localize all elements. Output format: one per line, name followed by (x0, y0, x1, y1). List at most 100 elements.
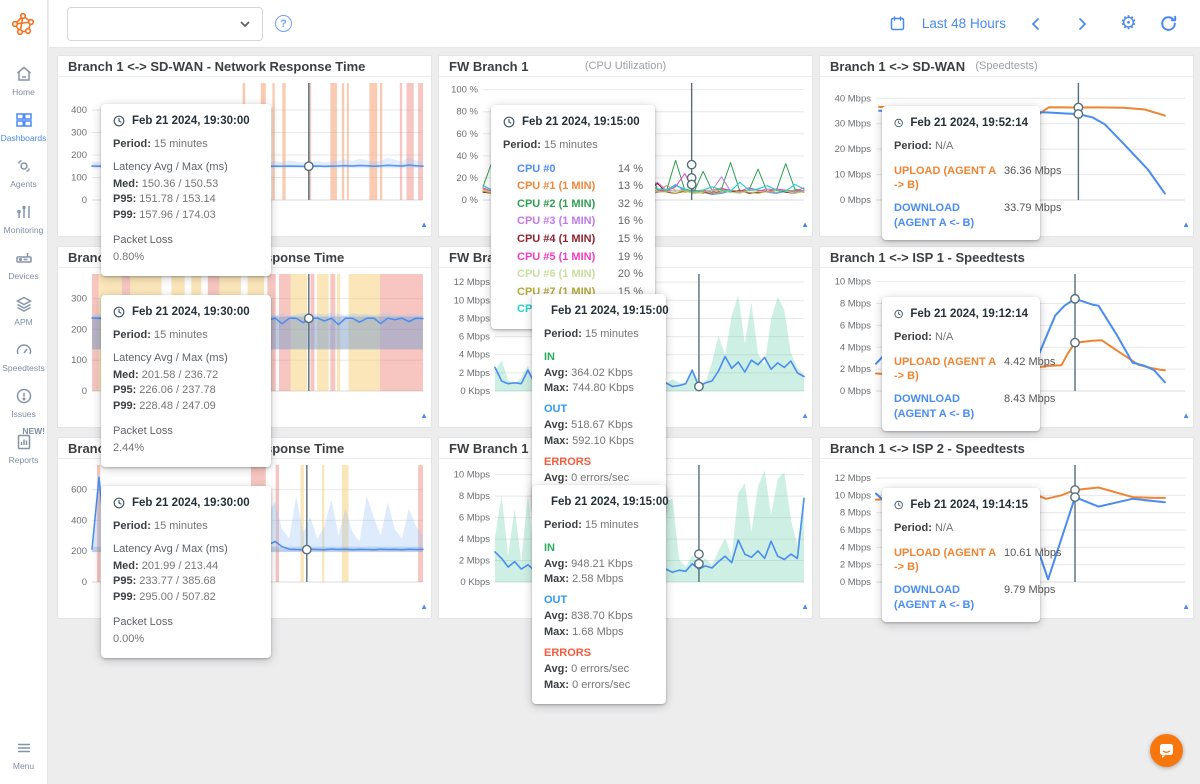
app-logo[interactable] (0, 0, 48, 48)
chart-area[interactable]: 0 Mbps2 Mbps4 Mbps6 Mbps8 Mbps10 Mbps21/… (820, 268, 1193, 426)
svg-text:0 %: 0 % (462, 195, 479, 206)
tooltip-timestamp: Feb 21 2024, 19:30:00 (132, 304, 250, 321)
chart-panel-fw-cpu: FW Branch 1(CPU Utilization)0 %20 %40 %6… (438, 55, 813, 237)
cpu-stat-row: CPU #1 (1 MIN)13 % (517, 178, 643, 196)
sidebar-item-reports[interactable]: NEW! Reports (0, 426, 47, 472)
calendar-button[interactable] (881, 11, 914, 36)
tooltip-stat-row: Max: 0 errors/sec (544, 678, 654, 694)
tooltip-stat-row: P99: 228.48 / 247.09 (113, 399, 259, 415)
sidebar-item-dashboards[interactable]: Dashboards (0, 104, 47, 150)
tooltip-header: Feb 21 2024, 19:12:14 (894, 306, 1028, 323)
chart-tooltip: Feb 21 2024, 19:14:15Period: N/AUPLOAD (… (882, 488, 1040, 622)
sidebar-item-speedtests[interactable]: Speedtests (0, 334, 47, 380)
crosshair-marker (695, 560, 703, 568)
sidebar-item-agents[interactable]: Agents (0, 150, 47, 196)
svg-text:10 Mbps: 10 Mbps (835, 170, 872, 181)
devices-icon (14, 248, 34, 268)
tooltip-period: Period: 15 minutes (113, 519, 259, 535)
svg-text:2 Mbps: 2 Mbps (459, 556, 490, 567)
chart-panel-isp2-speed: Branch 1 <-> ISP 2 - Speedtests0 Mbps2 M… (819, 437, 1194, 619)
refresh-button[interactable] (1151, 10, 1186, 37)
stat-key: Avg: (544, 472, 568, 484)
svg-text:4 Mbps: 4 Mbps (459, 534, 490, 545)
tooltip-header: Feb 21 2024, 19:30:00 (113, 304, 259, 321)
sidebar-item-menu[interactable]: Menu (0, 732, 47, 778)
speedtest-gauge-icon (14, 340, 34, 360)
svg-text:400: 400 (71, 515, 87, 526)
next-period-button[interactable] (1066, 12, 1098, 36)
wan-section-label: OUT (544, 402, 654, 418)
sidebar-item-home[interactable]: Home (0, 58, 47, 104)
resize-triangle-icon[interactable]: ▲ (1182, 412, 1190, 420)
resize-triangle-icon[interactable]: ▲ (420, 221, 428, 229)
time-range-label[interactable]: Last 48 Hours (922, 16, 1006, 31)
resize-triangle-icon[interactable]: ▲ (420, 603, 428, 611)
period-key: Period: (544, 328, 582, 340)
period-key: Period: (544, 519, 582, 531)
tooltip-period: Period: 15 minutes (113, 328, 259, 344)
cpu-stat-row: CPU #6 (1 MIN)20 % (517, 266, 643, 284)
chat-launcher[interactable] (1150, 734, 1183, 767)
tooltip-period: Period: 15 minutes (503, 138, 643, 154)
svg-text:4 Mbps: 4 Mbps (459, 350, 490, 361)
dashboard-select[interactable] (67, 7, 263, 41)
sidebar-item-monitoring[interactable]: Monitoring (0, 196, 47, 242)
settings-button[interactable]: ⚙ (1112, 10, 1145, 37)
svg-text:200: 200 (71, 324, 87, 335)
svg-text:40 Mbps: 40 Mbps (835, 93, 872, 104)
chart-tooltip: Feb 21 2024, 19:30:00Period: 15 minutesL… (101, 104, 271, 276)
svg-text:100: 100 (71, 173, 87, 184)
svg-text:100: 100 (71, 355, 87, 366)
period-value: 15 minutes (151, 138, 208, 150)
chart-area[interactable]: 0 Mbps10 Mbps20 Mbps30 Mbps40 Mbps21/02▲… (820, 77, 1193, 235)
packet-loss-label: Packet Loss (113, 424, 259, 440)
stat-key: Med: (113, 369, 139, 381)
svg-text:200: 200 (71, 150, 87, 161)
resize-triangle-icon[interactable]: ▲ (801, 412, 809, 420)
chart-area[interactable]: 010020030040021/02▲Feb 21 2024, 19:30:00… (58, 77, 431, 235)
chart-area[interactable]: 010020030021/02▲Feb 21 2024, 19:30:00Per… (58, 268, 431, 426)
sidebar-item-issues[interactable]: Issues (0, 380, 47, 426)
speed-series-value: 4.42 Mbps (1004, 355, 1055, 384)
tooltip-stat-row: Max: 2.58 Mbps (544, 572, 654, 588)
stat-key: Avg: (544, 663, 568, 675)
apm-layers-icon (14, 294, 34, 314)
cpu-series-value: 14 % (618, 161, 643, 179)
crosshair-marker (305, 314, 313, 322)
cpu-series-label: CPU #2 (1 MIN) (517, 196, 595, 214)
cpu-series-value: 15 % (618, 231, 643, 249)
chart-area[interactable]: 0 %20 %40 %60 %80 %100 %21/02▲Feb 21 202… (439, 77, 812, 235)
tooltip-stat-row: Avg: 0 errors/sec (544, 662, 654, 678)
svg-text:2 Mbps: 2 Mbps (840, 364, 871, 375)
resize-triangle-icon[interactable]: ▲ (801, 603, 809, 611)
chart-area[interactable]: 0 Mbps2 Mbps4 Mbps6 Mbps8 Mbps10 Mbps12 … (820, 459, 1193, 617)
sidebar-item-label: Issues (11, 409, 36, 419)
tooltip-stat-row: Avg: 948.21 Kbps (544, 557, 654, 573)
stat-key: Med: (113, 560, 139, 572)
clock-icon (894, 308, 903, 320)
resize-triangle-icon[interactable]: ▲ (801, 221, 809, 229)
sidebar-item-devices[interactable]: Devices (0, 242, 47, 288)
help-icon[interactable]: ? (275, 15, 292, 32)
svg-text:30 Mbps: 30 Mbps (835, 119, 872, 130)
stat-key: Max: (544, 626, 569, 638)
chart-area[interactable]: 020040060021/02▲Feb 21 2024, 19:30:00Per… (58, 459, 431, 617)
clock-icon (894, 499, 903, 511)
sidebar-item-apm[interactable]: APM (0, 288, 47, 334)
stat-key: Avg: (544, 419, 568, 431)
network-logo-icon (10, 11, 37, 38)
stat-value: 838.70 Kbps (568, 610, 633, 622)
tooltip-stat-row: P95: 226.06 / 237.78 (113, 383, 259, 399)
tooltip-timestamp: Feb 21 2024, 19:15:00 (551, 303, 669, 320)
svg-text:10 Mbps: 10 Mbps (454, 295, 491, 306)
svg-text:300: 300 (71, 128, 87, 139)
cpu-series-label: CPU #4 (1 MIN) (517, 231, 595, 249)
crosshair-marker (1071, 493, 1079, 501)
panel-title: Branch 1 <-> SD-WAN (830, 59, 971, 74)
resize-triangle-icon[interactable]: ▲ (1182, 603, 1190, 611)
resize-triangle-icon[interactable]: ▲ (420, 412, 428, 420)
resize-triangle-icon[interactable]: ▲ (1182, 221, 1190, 229)
svg-text:0: 0 (82, 386, 87, 397)
previous-period-button[interactable] (1020, 12, 1052, 36)
sidebar-item-label: Agents (10, 179, 36, 189)
